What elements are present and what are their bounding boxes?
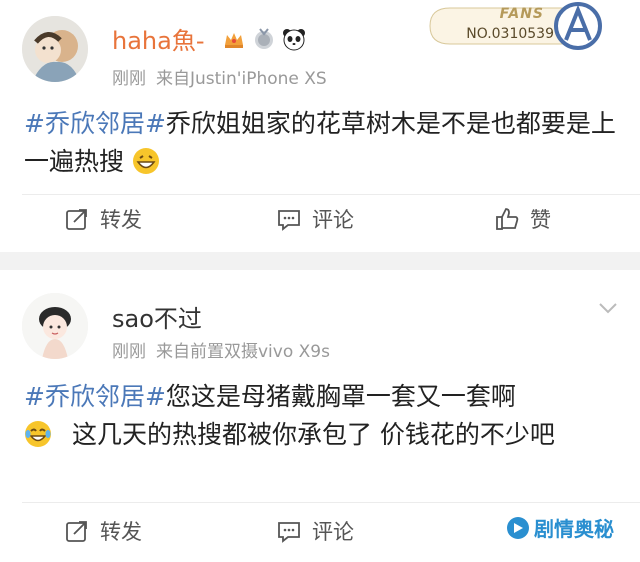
watermark-text: 剧情奥秘 (534, 517, 614, 541)
comment-label: 评论 (312, 520, 354, 544)
hashtag-link[interactable]: #乔欣邻居# (24, 109, 166, 138)
thumbs-up-icon (496, 208, 519, 230)
avatar[interactable] (22, 16, 88, 82)
tears-of-joy-emoji-icon (25, 421, 51, 447)
medal-icon[interactable] (252, 27, 276, 51)
grinning-emoji-icon (132, 148, 159, 174)
crown-vip-icon[interactable] (222, 27, 246, 51)
post-source: 来自Justin'iPhone XS (156, 69, 327, 89)
action-bar: 转发 评论 赞 (0, 198, 640, 248)
fans-number: NO.0310539 (466, 26, 554, 42)
post-content: #乔欣邻居#您这是母猪戴胸罩一套又一套啊 这几天的热搜都被你承包了 价钱花的不少… (24, 378, 622, 454)
post-content: #乔欣邻居#乔欣姐姐家的花草树木是不是也都要是上一遍热搜 (24, 105, 622, 181)
like-button[interactable]: 赞 (494, 204, 551, 234)
user-badges (222, 27, 306, 51)
post-meta: 刚刚 来自前置双摄vivo X9s (112, 337, 330, 362)
avatar[interactable] (22, 293, 88, 359)
like-label: 赞 (530, 208, 551, 232)
repost-button[interactable]: 转发 (64, 204, 142, 234)
comment-icon (278, 210, 300, 231)
post-time: 刚刚 (112, 69, 146, 89)
divider (22, 502, 640, 503)
weibo-post-2: sao不过 刚刚 来自前置双摄vivo X9s #乔欣邻居#您这是母猪戴胸罩一套又… (0, 270, 640, 562)
weibo-post-1: haha魚- FANS NO.0310539 刚刚 来自Justin'iPhone… (0, 0, 640, 252)
fans-label: FANS (499, 6, 544, 22)
comment-button[interactable]: 评论 (276, 516, 354, 546)
watermark-logo-icon (507, 516, 529, 539)
username[interactable]: haha魚- (112, 21, 205, 56)
post-meta: 刚刚 来自Justin'iPhone XS (112, 64, 327, 89)
post-time: 刚刚 (112, 342, 146, 362)
repost-icon (66, 209, 87, 230)
comment-label: 评论 (312, 208, 354, 232)
comment-icon (278, 522, 300, 543)
divider (22, 194, 640, 195)
repost-label: 转发 (100, 520, 142, 544)
post-source: 来自前置双摄vivo X9s (156, 342, 330, 362)
avatar-image (22, 293, 88, 359)
username[interactable]: sao不过 (112, 299, 202, 334)
avatar-image (22, 16, 88, 82)
repost-label: 转发 (100, 208, 142, 232)
hashtag-link[interactable]: #乔欣邻居# (24, 382, 166, 411)
post-text-line2: 这几天的热搜都被你承包了 价钱花的不少吧 (71, 420, 555, 449)
chevron-down-icon[interactable] (598, 302, 618, 314)
repost-button[interactable]: 转发 (64, 516, 142, 546)
panda-icon[interactable] (282, 27, 306, 51)
repost-icon (66, 521, 87, 542)
comment-button[interactable]: 评论 (276, 204, 354, 234)
watermark: 剧情奥秘 (506, 513, 614, 542)
post-text-line1: 您这是母猪戴胸罩一套又一套啊 (165, 382, 516, 411)
